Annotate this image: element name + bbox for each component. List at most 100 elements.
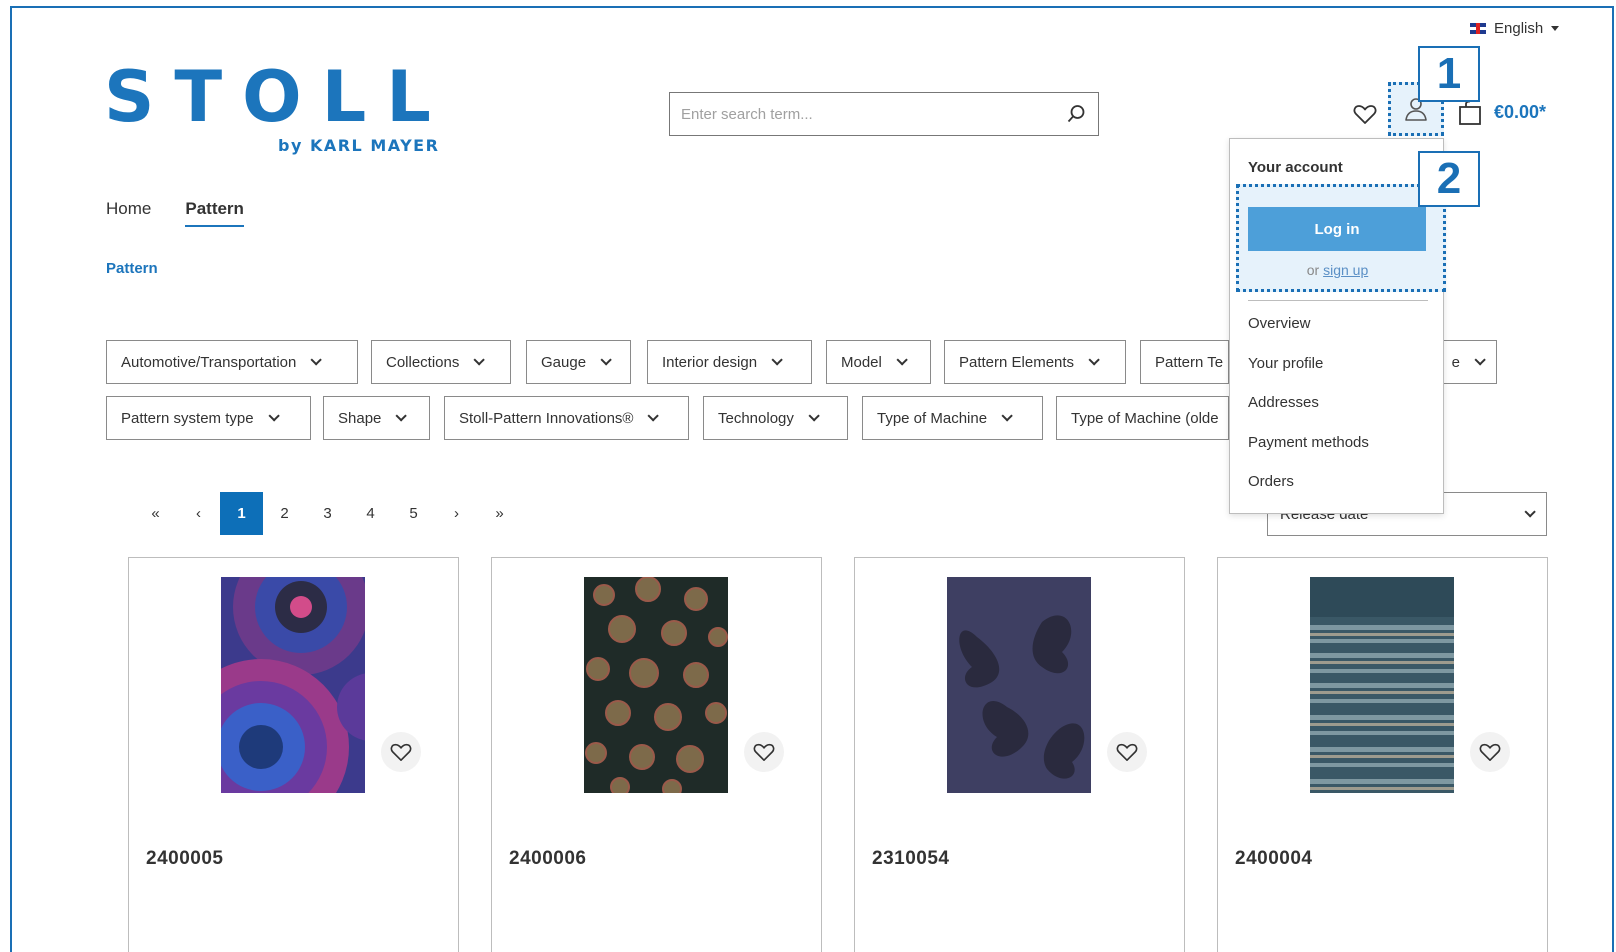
prev-page-button[interactable]: ‹ (177, 492, 220, 535)
filter-label: Gauge (541, 353, 587, 371)
filter-gauge[interactable]: Gauge (526, 340, 631, 384)
chevron-down-icon (473, 354, 486, 366)
heart-icon (390, 743, 412, 761)
product-card[interactable]: 2400006 (491, 557, 822, 952)
search-bar (669, 92, 1099, 136)
filter-label: Model (841, 353, 882, 371)
menu-item-overview[interactable]: Overview (1248, 315, 1311, 332)
wishlist-toggle-button[interactable] (1470, 732, 1510, 772)
filter-label: Stoll-Pattern Innovations® (459, 409, 634, 427)
heart-icon (1116, 743, 1138, 761)
filter-technology[interactable]: Technology (703, 396, 848, 440)
page-2-button[interactable]: 2 (263, 492, 306, 535)
product-image (947, 577, 1091, 793)
wishlist-button[interactable] (1353, 102, 1377, 126)
wishlist-toggle-button[interactable] (381, 732, 421, 772)
wishlist-toggle-button[interactable] (1107, 732, 1147, 772)
filter-pattern-system-type[interactable]: Pattern system type (106, 396, 311, 440)
page-5-button[interactable]: 5 (392, 492, 435, 535)
divider (1248, 300, 1428, 301)
heart-icon (1479, 743, 1501, 761)
filter-pattern-technology[interactable]: Pattern Te (1140, 340, 1229, 384)
language-selector[interactable]: English (1470, 18, 1560, 38)
filter-pattern-elements[interactable]: Pattern Elements (944, 340, 1126, 384)
shopping-bag-icon (1459, 100, 1481, 125)
filter-label: Type of Machine (olde (1071, 409, 1219, 427)
filter-label: Shape (338, 409, 382, 427)
chevron-down-icon (1474, 354, 1486, 366)
wishlist-toggle-button[interactable] (744, 732, 784, 772)
logo-sub-text: by KARL MAYER (278, 136, 440, 155)
product-name[interactable]: 2310054 (872, 848, 949, 870)
filter-interior-design[interactable]: Interior design (647, 340, 812, 384)
cart-total[interactable]: €0.00* (1494, 102, 1546, 123)
main-nav: Home Pattern (106, 199, 244, 227)
page-3-button[interactable]: 3 (306, 492, 349, 535)
product-card[interactable]: 2310054 (854, 557, 1185, 952)
annotation-badge-2: 2 (1418, 151, 1480, 207)
menu-item-addresses[interactable]: Addresses (1248, 394, 1319, 411)
caret-down-icon (1551, 25, 1560, 31)
breadcrumb[interactable]: Pattern (106, 260, 158, 277)
product-name[interactable]: 2400006 (509, 848, 586, 870)
filter-type-of-machine-older[interactable]: Type of Machine (olde (1056, 396, 1229, 440)
filter-label: Pattern system type (121, 409, 254, 427)
pagination: « ‹ 1 2 3 4 5 › » (134, 492, 521, 535)
nav-item-home[interactable]: Home (106, 199, 151, 227)
product-name[interactable]: 2400005 (146, 848, 223, 870)
filter-label: Technology (718, 409, 794, 427)
last-page-button[interactable]: » (478, 492, 521, 535)
page-4-button[interactable]: 4 (349, 492, 392, 535)
account-dropdown-title: Your account (1248, 159, 1343, 176)
signup-link[interactable]: sign up (1323, 262, 1368, 278)
filter-stoll-pattern-innovations[interactable]: Stoll-Pattern Innovations® (444, 396, 689, 440)
signup-text: or sign up (1230, 262, 1445, 278)
product-image (221, 577, 365, 793)
product-image (584, 577, 728, 793)
chevron-down-icon (647, 410, 660, 422)
chevron-down-icon (896, 354, 908, 366)
filter-label: Collections (386, 353, 460, 371)
chevron-down-icon (268, 410, 280, 422)
filter-model[interactable]: Model (826, 340, 931, 384)
product-card[interactable]: 2400005 (128, 557, 459, 952)
stoll-logo[interactable]: STOLL by KARL MAYER (104, 56, 451, 155)
logo-main-text: STOLL (104, 56, 451, 138)
chevron-down-icon (771, 354, 783, 366)
login-button[interactable]: Log in (1248, 207, 1426, 251)
menu-item-your-profile[interactable]: Your profile (1248, 355, 1323, 372)
page-1-button[interactable]: 1 (220, 492, 263, 535)
chevron-down-icon (1088, 354, 1100, 366)
filter-label: Interior design (662, 353, 758, 371)
account-dropdown: Your account Log in or sign up Overview … (1229, 138, 1446, 514)
search-input[interactable] (670, 93, 1054, 135)
heart-icon (753, 743, 775, 761)
filter-type-of-machine[interactable]: Type of Machine (862, 396, 1043, 440)
filter-shape[interactable]: Shape (323, 396, 430, 440)
filter-label: e (1451, 353, 1460, 371)
menu-item-orders[interactable]: Orders (1248, 473, 1294, 490)
search-icon (1067, 105, 1085, 123)
search-button[interactable] (1054, 93, 1098, 135)
product-card[interactable]: 2400004 (1217, 557, 1548, 952)
filter-label: Pattern Elements (959, 353, 1075, 371)
chevron-down-icon (600, 354, 612, 366)
cart-button[interactable] (1457, 100, 1483, 126)
chevron-down-icon (808, 410, 820, 422)
heart-icon (1353, 105, 1377, 124)
first-page-button[interactable]: « (134, 492, 177, 535)
filter-label: Pattern Te (1155, 353, 1224, 371)
chevron-down-icon (395, 410, 408, 422)
nav-item-pattern[interactable]: Pattern (185, 199, 244, 227)
filter-label: Type of Machine (877, 409, 988, 427)
filter-automotive-transportation[interactable]: Automotive/Transportation (106, 340, 358, 384)
chevron-down-icon (1524, 506, 1536, 518)
next-page-button[interactable]: › (435, 492, 478, 535)
menu-item-payment-methods[interactable]: Payment methods (1248, 434, 1369, 451)
product-name[interactable]: 2400004 (1235, 848, 1312, 870)
filter-collections[interactable]: Collections (371, 340, 511, 384)
language-label: English (1494, 19, 1544, 37)
filter-label: Automotive/Transportation (121, 353, 297, 371)
annotation-badge-1: 1 (1418, 46, 1480, 102)
chevron-down-icon (1001, 410, 1013, 422)
